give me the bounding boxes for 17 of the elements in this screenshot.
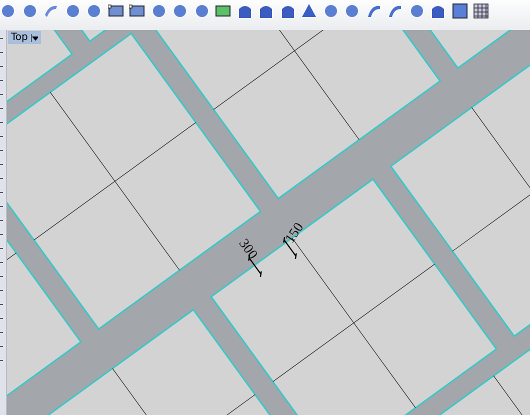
arc-icon[interactable] [366,3,382,19]
curve-icon[interactable] [43,3,59,19]
cylinder-icon[interactable] [258,3,274,19]
dome-icon[interactable] [430,3,446,19]
cone-icon[interactable] [301,3,317,19]
arc-icon[interactable] [387,3,403,19]
dimension-label: 300 [235,236,260,262]
grid-icon[interactable] [473,3,489,19]
panel-icon[interactable] [129,3,145,19]
dimension-label: 150 [282,220,308,246]
panel-icon[interactable] [108,3,124,19]
arch-icon[interactable] [280,3,296,19]
cylinder-icon[interactable] [236,3,252,19]
square-icon[interactable] [452,3,468,19]
view-menu-button[interactable]: Top [8,31,41,44]
sphere-icon[interactable] [0,3,16,19]
caret-icon [30,34,38,42]
